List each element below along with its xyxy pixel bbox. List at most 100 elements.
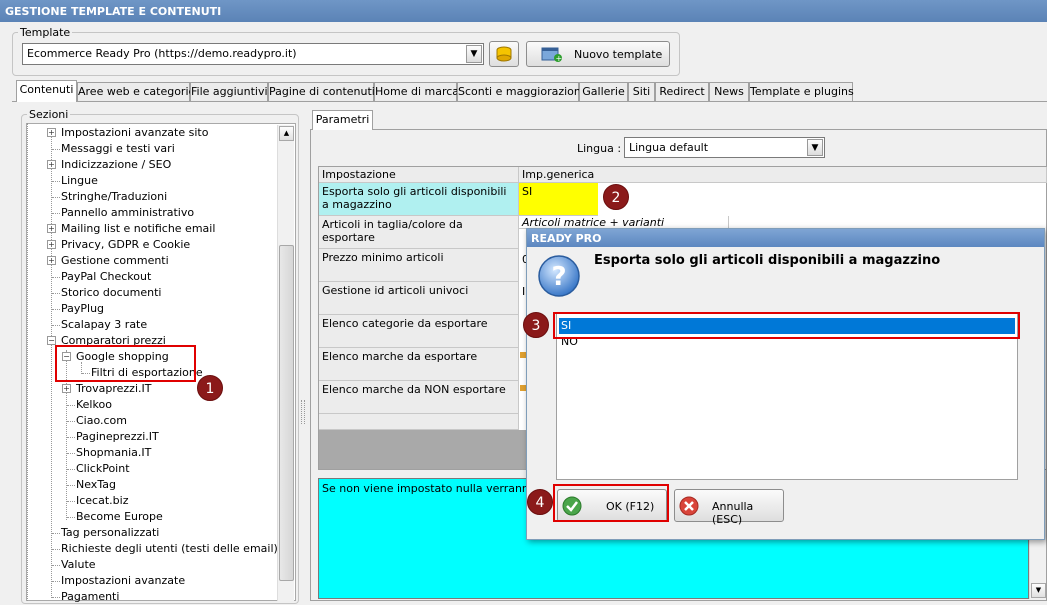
- tree-item[interactable]: PayPal Checkout: [61, 269, 151, 285]
- tree-item[interactable]: Indicizzazione / SEO: [61, 157, 171, 173]
- tree-line: [67, 501, 75, 502]
- step-marker-3: 3: [523, 312, 549, 338]
- tree-item[interactable]: Gestione commenti: [61, 253, 169, 269]
- tab-sconti[interactable]: Sconti e maggiorazioni: [457, 82, 584, 101]
- tree-item[interactable]: NexTag: [76, 477, 116, 493]
- tab-contenuti[interactable]: Contenuti: [16, 80, 77, 102]
- step-marker-4: 4: [527, 489, 553, 515]
- setting-cell[interactable]: Elenco marche da NON esportare: [319, 381, 519, 414]
- tab-pagine-contenuti[interactable]: Pagine di contenuti: [268, 82, 375, 101]
- tree-item[interactable]: Pannello amministrativo: [61, 205, 194, 221]
- window-title: GESTIONE TEMPLATE E CONTENUTI: [0, 0, 1047, 22]
- tab-strip-line: [12, 101, 1047, 102]
- tree-item[interactable]: Trovaprezzi.IT: [76, 381, 151, 397]
- tab-news[interactable]: News: [709, 82, 749, 101]
- tree-line: [52, 325, 60, 326]
- scroll-thumb[interactable]: [279, 245, 294, 581]
- question-icon: ?: [538, 255, 580, 297]
- tree-item[interactable]: Valute: [61, 557, 96, 573]
- svg-text:+: +: [556, 54, 563, 63]
- tree-item[interactable]: Richieste degli utenti (testi delle emai…: [61, 541, 278, 557]
- scroll-up-button[interactable]: ▲: [279, 126, 294, 141]
- column-header-value: Imp.generica: [519, 167, 1047, 183]
- dialog-title: READY PRO: [527, 229, 1044, 247]
- annotation-box-3: [553, 312, 1020, 339]
- description-text: Se non viene impostato nulla verranno pu…: [322, 482, 561, 495]
- collapse-toggle-icon[interactable]: −: [47, 336, 56, 345]
- tab-parametri[interactable]: Parametri: [312, 110, 373, 130]
- chevron-down-icon[interactable]: ▼: [466, 45, 482, 63]
- tree-item[interactable]: Tag personalizzati: [61, 525, 159, 541]
- expand-toggle-icon[interactable]: +: [47, 128, 56, 137]
- tree-line: [67, 421, 75, 422]
- annotation-box-1: [55, 345, 196, 382]
- step-marker-1: 1: [197, 375, 223, 401]
- tree-line: [67, 517, 75, 518]
- cancel-button[interactable]: Annulla (ESC): [674, 489, 784, 526]
- tree-line: [52, 197, 60, 198]
- language-label: Lingua :: [577, 142, 622, 155]
- tree-item[interactable]: Mailing list e notifiche email: [61, 221, 215, 237]
- tree-item[interactable]: ClickPoint: [76, 461, 130, 477]
- tree-item[interactable]: Become Europe: [76, 509, 163, 525]
- tree-line: [52, 549, 60, 550]
- expand-toggle-icon[interactable]: +: [62, 384, 71, 393]
- tree-item[interactable]: Privacy, GDPR e Cookie: [61, 237, 190, 253]
- tab-template-plugins[interactable]: Template e plugins: [749, 82, 854, 101]
- tree-scrollbar[interactable]: ▲: [277, 125, 294, 601]
- tree-line: [67, 469, 75, 470]
- new-template-button[interactable]: + Nuovo template: [526, 41, 670, 67]
- chevron-down-icon[interactable]: ▼: [807, 139, 823, 156]
- sections-label: Sezioni: [27, 108, 71, 121]
- setting-cell[interactable]: Gestione id articoli univoci: [319, 282, 519, 315]
- tree-line: [52, 309, 60, 310]
- tree-line: [52, 213, 60, 214]
- tree-item[interactable]: Impostazioni avanzate: [61, 573, 185, 589]
- tab-redirect[interactable]: Redirect: [655, 82, 709, 101]
- tree-item[interactable]: Impostazioni avanzate sito: [61, 125, 208, 141]
- language-select[interactable]: Lingua default ▼: [624, 137, 825, 158]
- expand-toggle-icon[interactable]: +: [47, 240, 56, 249]
- expand-toggle-icon[interactable]: +: [47, 224, 56, 233]
- tree-item[interactable]: Lingue: [61, 173, 98, 189]
- step-marker-2: 2: [603, 184, 629, 210]
- setting-cell[interactable]: Elenco marche da esportare: [319, 348, 519, 381]
- setting-value-cell[interactable]: SI: [519, 183, 598, 216]
- tree-item[interactable]: Messaggi e testi vari: [61, 141, 175, 157]
- expand-toggle-icon[interactable]: +: [47, 256, 56, 265]
- new-window-icon: +: [541, 47, 563, 63]
- column-header-setting: Impostazione: [319, 167, 519, 183]
- expand-toggle-icon[interactable]: +: [47, 160, 56, 169]
- tree-line: [51, 128, 52, 598]
- tree-item[interactable]: Shopmania.IT: [76, 445, 151, 461]
- tree-line: [67, 453, 75, 454]
- grid-footer: [319, 430, 526, 469]
- splitter-grip[interactable]: [301, 400, 305, 424]
- database-icon: [496, 46, 512, 62]
- svg-text:?: ?: [551, 262, 566, 292]
- tree-item[interactable]: Icecat.biz: [76, 493, 128, 509]
- open-template-button[interactable]: [489, 41, 519, 67]
- tab-file-aggiuntivi[interactable]: File aggiuntivi: [190, 82, 268, 101]
- tab-home-marca[interactable]: Home di marca: [374, 82, 459, 101]
- tree-item[interactable]: Kelkoo: [76, 397, 112, 413]
- setting-cell-selected[interactable]: Esporta solo gli articoli disponibili a …: [319, 183, 519, 216]
- setting-cell[interactable]: Elenco categorie da esportare: [319, 315, 519, 348]
- tree-item[interactable]: PayPlug: [61, 301, 104, 317]
- tree-item[interactable]: Pagamenti: [61, 589, 119, 605]
- setting-cell[interactable]: Articoli in taglia/colore da esportare: [319, 216, 519, 249]
- template-select[interactable]: Ecommerce Ready Pro (https://demo.readyp…: [22, 43, 484, 65]
- tree-item[interactable]: Storico documenti: [61, 285, 161, 301]
- scroll-down-button[interactable]: ▼: [1031, 583, 1046, 598]
- tree-line: [52, 565, 60, 566]
- tab-gallerie[interactable]: Gallerie: [579, 82, 628, 101]
- tab-siti[interactable]: Siti: [628, 82, 655, 101]
- setting-cell[interactable]: Prezzo minimo articoli: [319, 249, 519, 282]
- tree-item[interactable]: Stringhe/Traduzioni: [61, 189, 167, 205]
- new-template-label: Nuovo template: [574, 48, 663, 61]
- tree-item[interactable]: Ciao.com: [76, 413, 127, 429]
- tree-item[interactable]: Scalapay 3 rate: [61, 317, 147, 333]
- tree-item[interactable]: Pagineprezzi.IT: [76, 429, 159, 445]
- tree-line: [52, 533, 60, 534]
- tab-aree-web[interactable]: Aree web e categorie: [77, 82, 195, 101]
